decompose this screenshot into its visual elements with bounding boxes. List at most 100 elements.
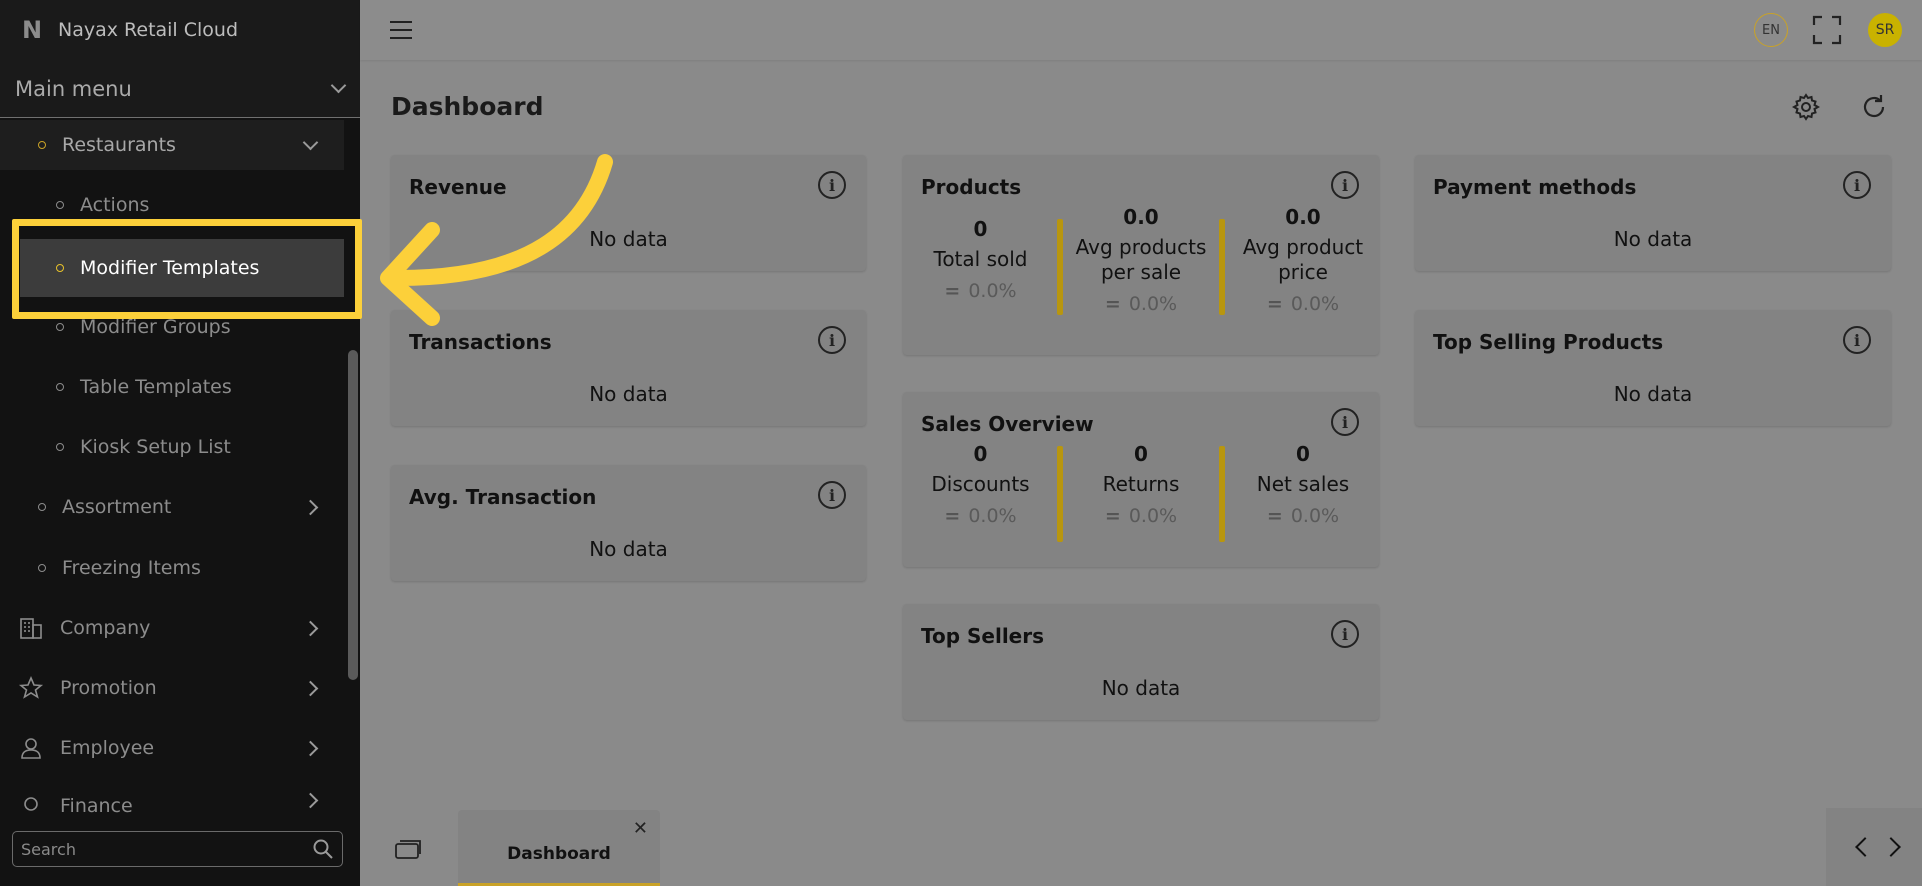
sidebar-item-company[interactable]: Company <box>0 603 344 653</box>
sidebar-item-modifier-templates[interactable]: Modifier Templates <box>20 239 344 297</box>
sidebar-scrollbar[interactable] <box>346 120 358 810</box>
metric-change: = 0.0% <box>944 505 1017 527</box>
no-data-text: No data <box>1101 676 1181 700</box>
bullet-icon <box>56 201 64 209</box>
nayax-logo-icon: N <box>21 16 42 44</box>
card-title: Avg. Transaction <box>409 485 597 509</box>
metric-discounts: 0 Discounts = 0.0% <box>903 442 1058 527</box>
equal-icon: = <box>1266 293 1283 315</box>
sales-overview-card: Sales Overview i 0 Discounts = 0.0% 0 Ret… <box>903 392 1379 567</box>
sidebar-item-promotion[interactable]: Promotion <box>0 663 344 713</box>
close-icon[interactable]: ✕ <box>633 818 648 839</box>
info-icon[interactable]: i <box>818 326 846 354</box>
metric-change: = 0.0% <box>1104 293 1178 315</box>
metric-net-sales: 0 Net sales = 0.0% <box>1227 442 1379 527</box>
bullet-icon <box>56 443 64 451</box>
info-icon[interactable]: i <box>1331 171 1359 199</box>
top-sellers-card: Top Sellers i No data <box>903 604 1379 720</box>
metric-change: = 0.0% <box>944 280 1017 302</box>
sidebar-item-label: Company <box>60 617 151 639</box>
sidebar-item-label: Promotion <box>60 677 157 699</box>
sidebar-item-table-templates[interactable]: Table Templates <box>0 362 344 412</box>
chevron-right-icon <box>302 499 319 515</box>
sidebar-item-kiosk-setup-list[interactable]: Kiosk Setup List <box>0 422 344 472</box>
metric-avg-product-price: 0.0 Avg product price = 0.0% <box>1227 205 1379 315</box>
revenue-card: Revenue i No data <box>391 155 866 271</box>
metric-total-sold: 0 Total sold = 0.0% <box>903 217 1058 302</box>
info-icon[interactable]: i <box>818 171 846 199</box>
bullet-icon <box>38 141 46 149</box>
tab-dashboard[interactable]: Dashboard ✕ <box>458 810 660 886</box>
chevron-right-icon <box>302 680 319 696</box>
sidebar-item-finance[interactable]: Finance <box>0 783 344 813</box>
user-icon <box>18 735 44 761</box>
star-icon <box>18 675 44 701</box>
metric-label: Avg products per sale <box>1075 235 1207 284</box>
brand-header: N Nayax Retail Cloud <box>0 0 360 60</box>
app-title: Nayax Retail Cloud <box>58 19 239 41</box>
user-avatar[interactable]: SR <box>1868 13 1902 47</box>
info-icon[interactable]: i <box>1331 620 1359 648</box>
sidebar-item-label: Restaurants <box>62 134 176 156</box>
card-title: Revenue <box>409 175 507 199</box>
metric-divider <box>1219 219 1225 315</box>
payment-methods-card: Payment methods i No data <box>1415 155 1891 271</box>
sidebar-item-restaurants[interactable]: Restaurants <box>0 120 344 170</box>
equal-icon: = <box>1104 293 1121 315</box>
refresh-icon[interactable] <box>1860 93 1888 121</box>
chevron-right-icon[interactable] <box>1881 837 1901 857</box>
bullet-icon <box>38 503 46 511</box>
info-icon[interactable]: i <box>1843 171 1871 199</box>
sidebar-item-freezing-items[interactable]: Freezing Items <box>0 543 344 593</box>
search-icon[interactable] <box>312 838 334 860</box>
no-data-text: No data <box>1613 382 1693 406</box>
sidebar-item-modifier-groups[interactable]: Modifier Groups <box>0 302 344 352</box>
windows-icon[interactable] <box>394 838 422 860</box>
chevron-down-icon <box>330 77 347 94</box>
bullet-icon <box>56 323 64 331</box>
top-bar: EN SR <box>360 0 1922 60</box>
no-data-text: No data <box>1613 227 1693 251</box>
equal-icon: = <box>944 505 961 527</box>
sidebar-item-assortment[interactable]: Assortment <box>0 482 344 532</box>
metric-value: 0.0 <box>1285 205 1321 229</box>
main-menu-toggle[interactable]: Main menu <box>0 60 360 118</box>
card-title: Transactions <box>409 330 552 354</box>
gear-icon[interactable] <box>1792 93 1820 121</box>
metric-value: 0 <box>973 217 988 241</box>
metric-divider <box>1219 446 1225 542</box>
sidebar-item-actions[interactable]: Actions <box>0 180 344 230</box>
info-icon[interactable]: i <box>1843 326 1871 354</box>
equal-icon: = <box>944 280 961 302</box>
search-input[interactable] <box>21 839 312 859</box>
sidebar-item-label: Employee <box>60 737 155 759</box>
fullscreen-icon[interactable] <box>1812 15 1842 45</box>
chevron-down-icon <box>302 134 319 150</box>
metric-change: = 0.0% <box>1266 505 1340 527</box>
metric-value: 0.0 <box>1123 205 1159 229</box>
products-card: Products i 0 Total sold = 0.0% 0.0 Avg pr… <box>903 155 1379 355</box>
info-icon[interactable]: i <box>1331 408 1359 436</box>
language-selector[interactable]: EN <box>1754 13 1788 47</box>
main-menu-label: Main menu <box>15 76 132 101</box>
scrollbar-thumb[interactable] <box>348 350 358 680</box>
tab-navigation <box>1826 808 1922 886</box>
sidebar-item-label: Assortment <box>62 496 172 518</box>
sidebar-item-employee[interactable]: Employee <box>0 723 344 773</box>
finance-icon <box>18 795 44 813</box>
chevron-right-icon <box>302 740 319 756</box>
metric-returns: 0 Returns = 0.0% <box>1066 442 1216 527</box>
page-title: Dashboard <box>391 92 544 121</box>
metric-value: 0 <box>1296 442 1310 466</box>
chevron-left-icon[interactable] <box>1855 837 1875 857</box>
bullet-icon <box>56 264 64 272</box>
metric-label: Discounts <box>931 472 1030 496</box>
metric-divider <box>1057 219 1063 315</box>
hamburger-menu-icon[interactable] <box>390 21 412 39</box>
sidebar-item-label: Finance <box>60 795 133 813</box>
card-title: Payment methods <box>1433 175 1637 199</box>
no-data-text: No data <box>589 537 668 561</box>
info-icon[interactable]: i <box>818 481 846 509</box>
sidebar-search <box>12 831 343 867</box>
metric-label: Net sales <box>1256 472 1350 496</box>
